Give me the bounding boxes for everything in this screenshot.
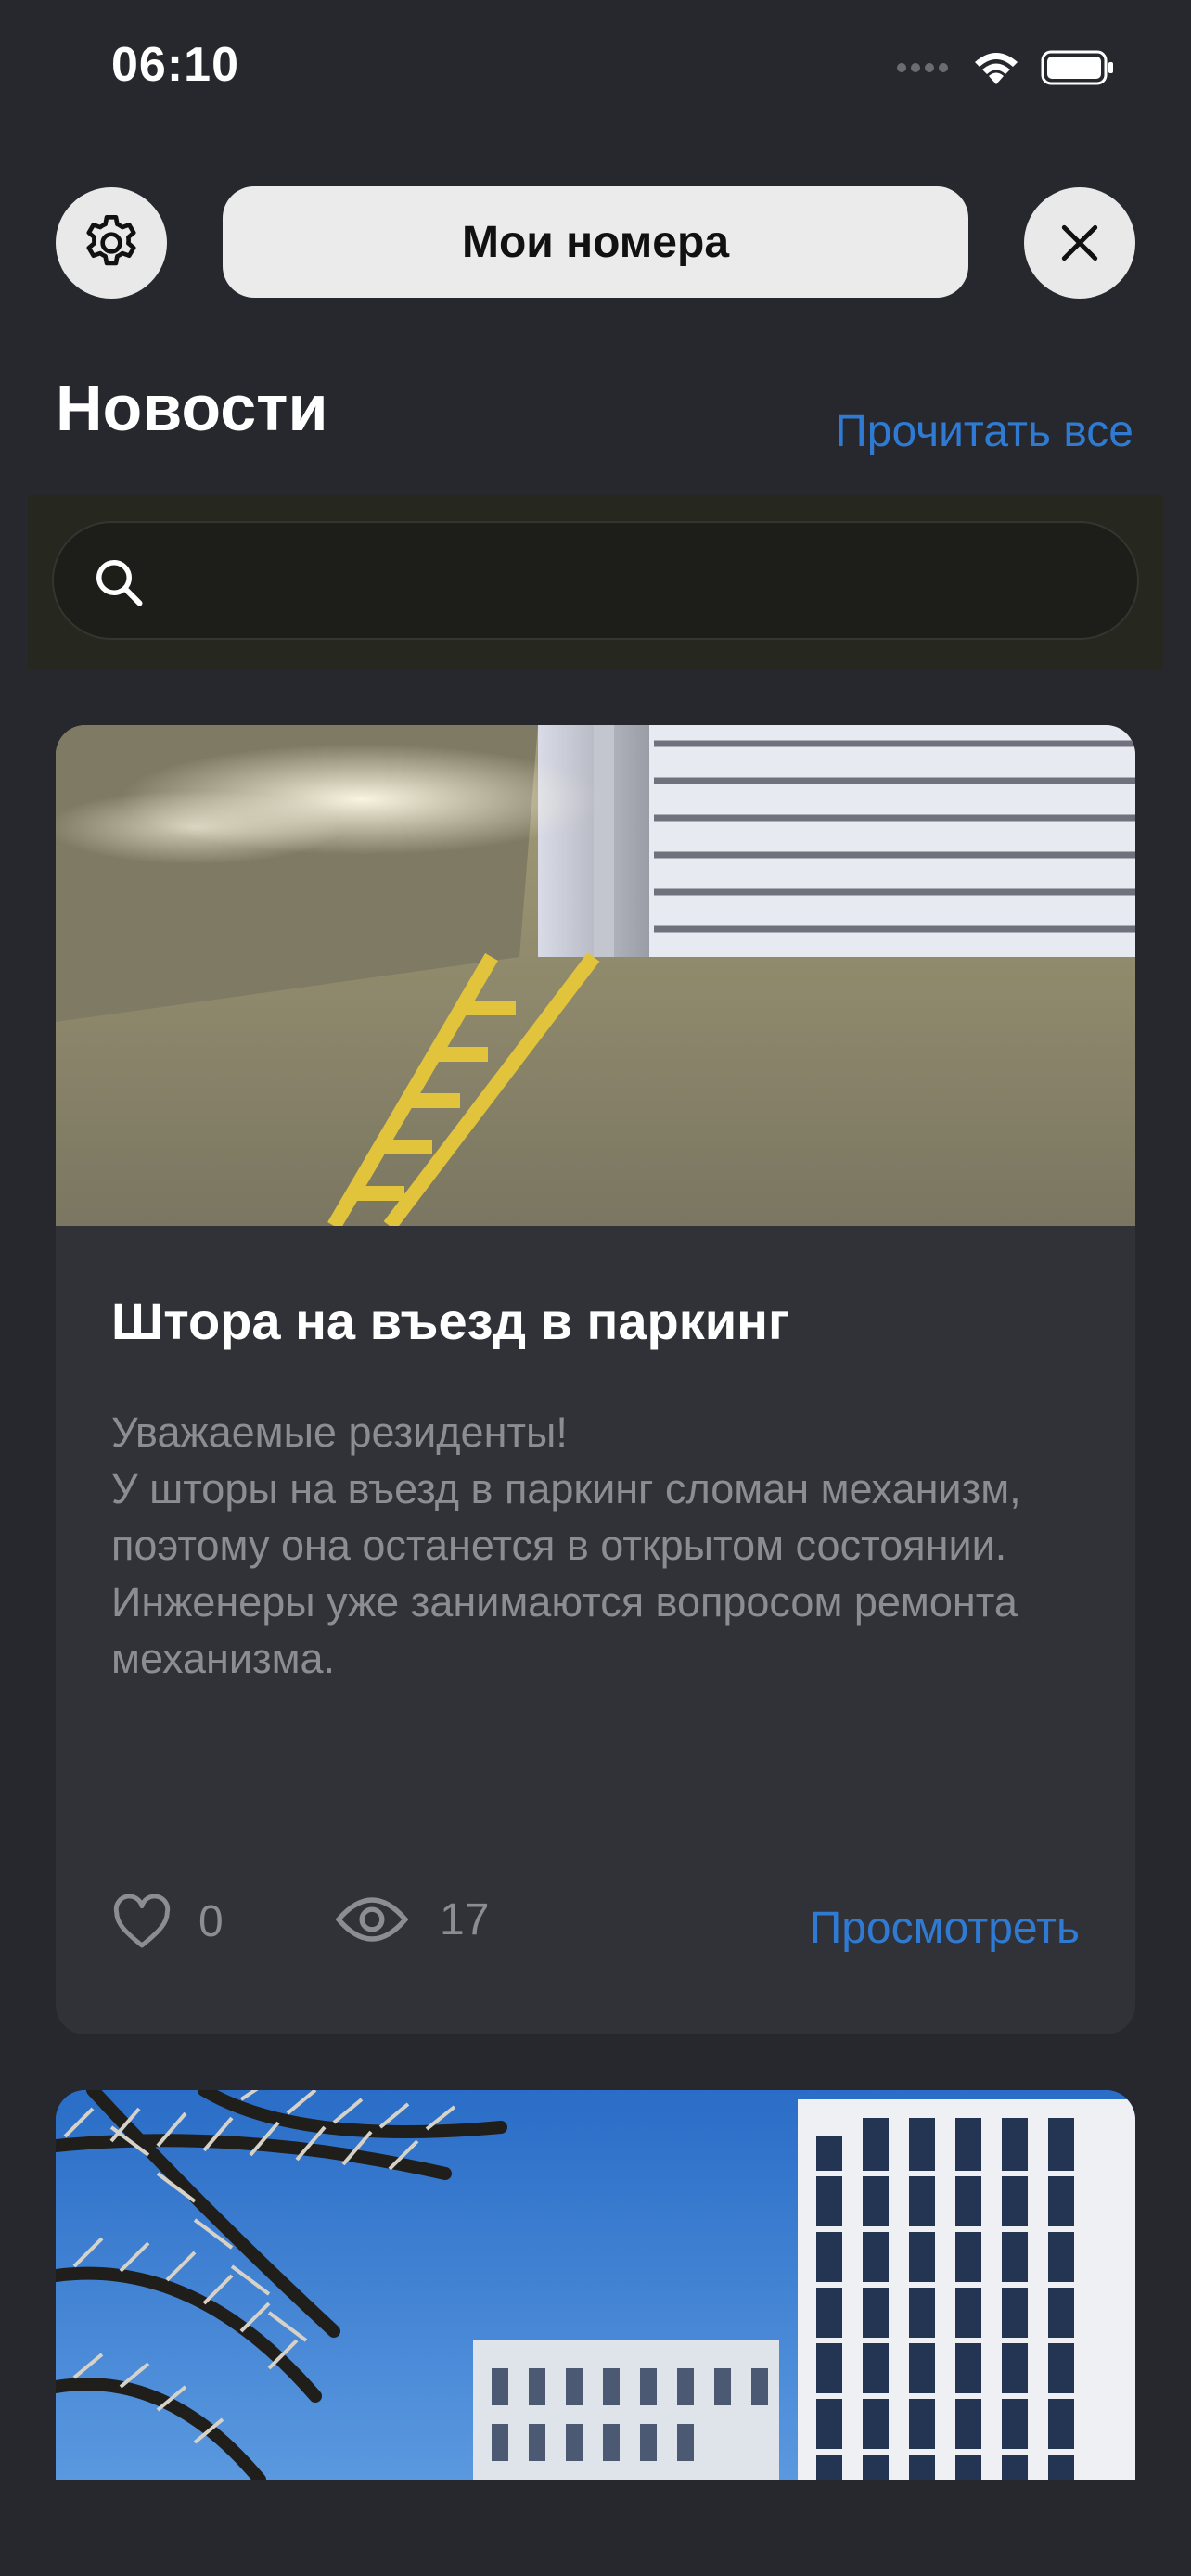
news-image-building	[56, 2090, 1135, 2480]
heart-icon	[113, 1894, 171, 1948]
settings-button[interactable]	[56, 187, 167, 299]
status-icons	[896, 45, 1115, 91]
view-link[interactable]: Просмотреть	[810, 1903, 1080, 1954]
views-count: 17	[440, 1894, 490, 1945]
gear-icon	[86, 214, 136, 266]
wifi-icon	[975, 53, 1018, 84]
read-all-link[interactable]: Прочитать все	[835, 406, 1133, 457]
close-button[interactable]	[1024, 187, 1135, 299]
search-input[interactable]	[52, 521, 1139, 640]
eye-icon	[336, 1897, 408, 1942]
status-time: 06:10	[111, 38, 239, 92]
search-icon	[96, 560, 143, 606]
search-bar	[28, 495, 1163, 670]
close-icon	[1061, 224, 1098, 261]
battery-icon	[1041, 50, 1113, 85]
likes-count: 0	[198, 1896, 224, 1946]
news-card[interactable]: Штора на въезд в паркинг Уважаемые резид…	[56, 725, 1135, 2034]
views: 17	[336, 1894, 489, 1945]
status-bar: 06:10	[0, 0, 1191, 139]
news-title: Штора на въезд в паркинг	[111, 1292, 790, 1350]
news-image-parking	[56, 725, 1135, 1226]
page-title: Новости	[56, 372, 328, 444]
news-footer: 0 17 Просмотреть	[111, 1894, 1080, 1968]
news-card[interactable]	[56, 2090, 1135, 2480]
signal-icon	[897, 63, 948, 72]
my-numbers-button[interactable]: Мои номера	[223, 186, 968, 298]
like-button[interactable]: 0	[111, 1894, 224, 1949]
news-text: Уважаемые резиденты! У шторы на въезд в …	[111, 1409, 1021, 1682]
